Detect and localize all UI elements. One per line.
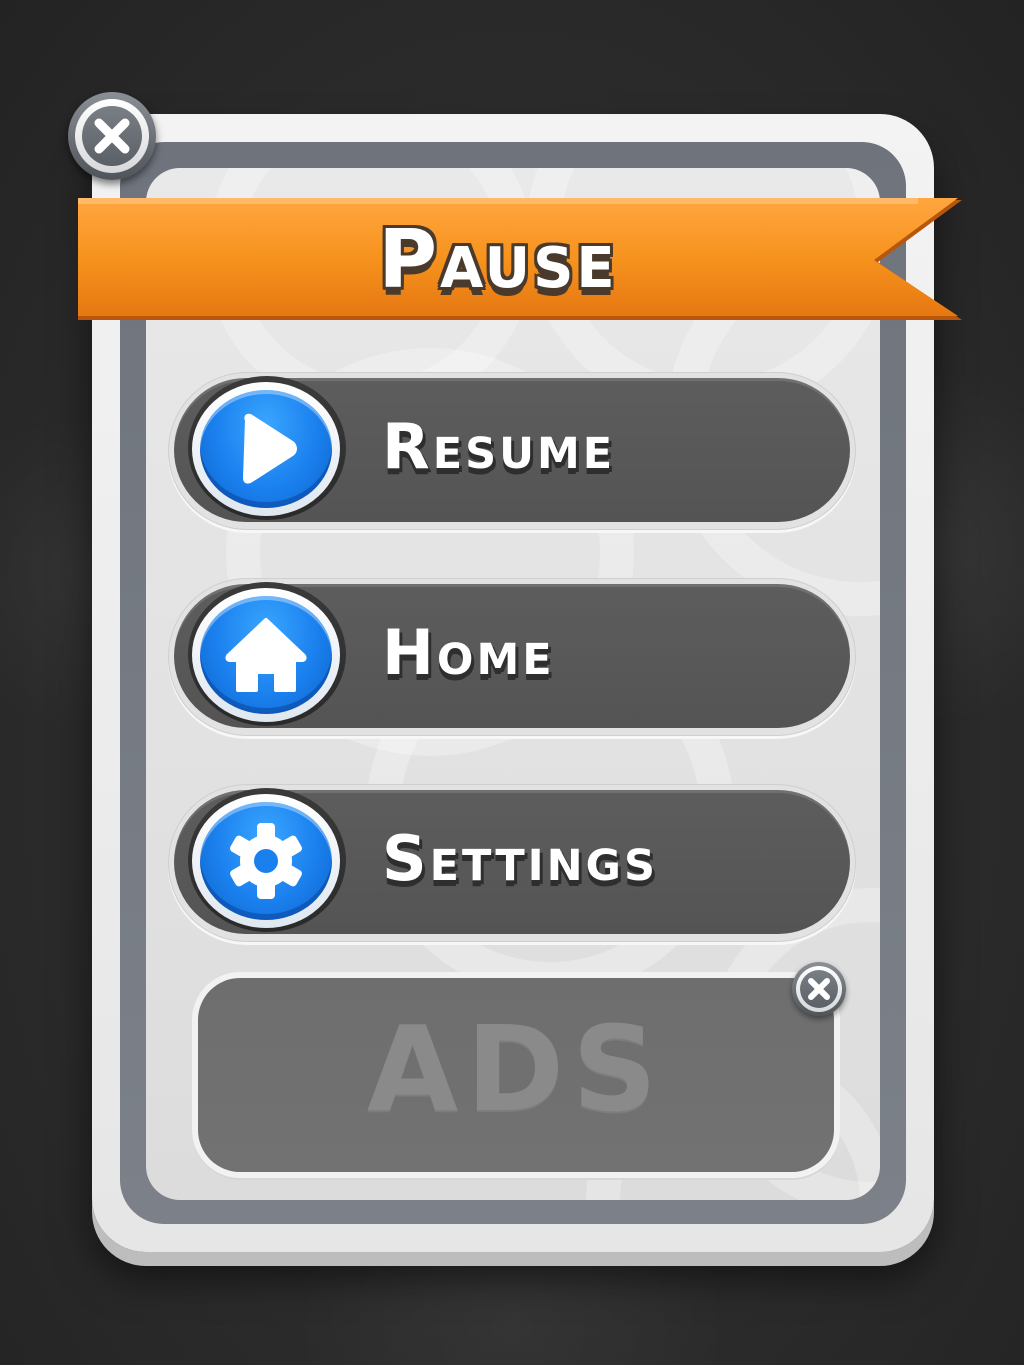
- close-button[interactable]: [68, 92, 156, 180]
- resume-button[interactable]: Resume: [168, 372, 856, 530]
- ad-close-button[interactable]: [792, 962, 846, 1016]
- resume-label: Resume: [382, 410, 616, 483]
- close-icon: [94, 118, 130, 154]
- settings-label: Settings: [382, 822, 658, 895]
- home-label: Home: [382, 616, 555, 689]
- play-icon: [243, 413, 297, 484]
- page-title: Pause: [378, 213, 618, 306]
- home-icon: [225, 618, 307, 692]
- gear-icon: [230, 823, 302, 899]
- home-button[interactable]: Home: [168, 578, 856, 736]
- ad-placeholder-label: ADS: [366, 1000, 666, 1138]
- ad-banner[interactable]: ADS: [192, 972, 840, 1178]
- close-icon: [808, 978, 830, 1000]
- settings-button[interactable]: Settings: [168, 784, 856, 942]
